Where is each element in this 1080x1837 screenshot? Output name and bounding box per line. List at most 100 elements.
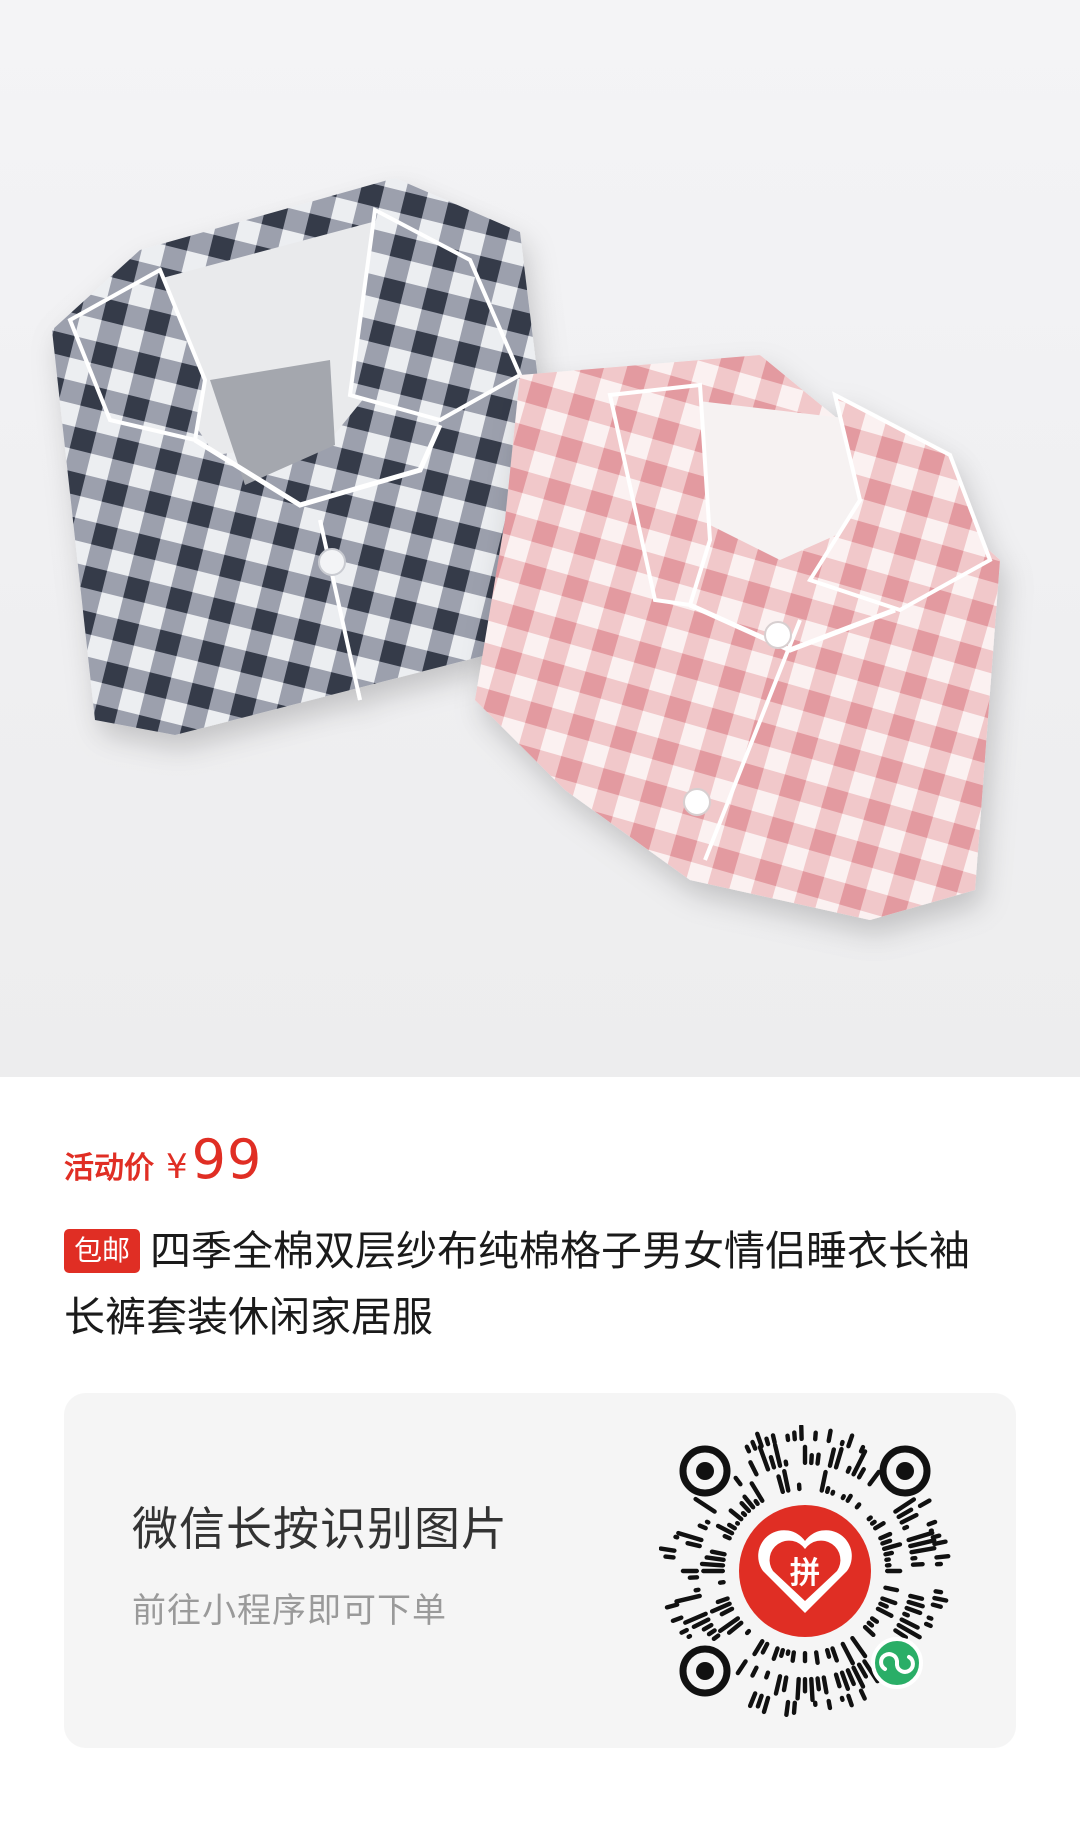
qr-bar	[795, 1676, 801, 1701]
qr-bar	[821, 1675, 829, 1695]
qr-bar	[809, 1676, 815, 1703]
qr-bar	[883, 1550, 895, 1557]
qr-bar	[802, 1444, 808, 1465]
qr-bar	[813, 1700, 818, 1707]
product-title-block[interactable]: 包邮 四季全棉双层纱布纯棉格子男女情侣睡衣长袖长裤套装休闲家居服	[64, 1218, 1004, 1350]
qr-bar	[846, 1433, 855, 1449]
product-title: 四季全棉双层纱布纯棉格子男女情侣睡衣长袖长裤套装休闲家居服	[64, 1227, 971, 1341]
qr-bar	[679, 1627, 689, 1635]
card-subtitle: 前往小程序即可下单	[132, 1591, 447, 1631]
qr-bar	[686, 1633, 693, 1640]
qr-bar	[840, 1641, 855, 1666]
qr-bar	[830, 1646, 839, 1663]
qr-bar	[764, 1670, 771, 1680]
qr-bar	[917, 1498, 932, 1509]
qr-bar	[845, 1465, 852, 1474]
qr-bar	[792, 1430, 797, 1442]
qr-bar	[826, 1428, 833, 1444]
qr-bar	[815, 1452, 821, 1466]
qr-bar	[744, 1628, 752, 1636]
pinduoduo-logo-icon: 拼	[739, 1505, 871, 1637]
qr-bar	[735, 1659, 748, 1676]
miniprogram-qr-code[interactable]: 拼	[659, 1425, 951, 1717]
qr-bar	[773, 1674, 783, 1696]
qr-bar	[693, 1496, 717, 1514]
qr-bar	[910, 1555, 918, 1561]
qr-bar	[699, 1561, 726, 1568]
qr-bar	[799, 1425, 804, 1442]
qr-bar	[932, 1595, 949, 1603]
qr-bar	[813, 1650, 820, 1665]
qr-bar	[709, 1549, 727, 1557]
qr-bar	[908, 1593, 925, 1601]
qr-bar	[926, 1615, 934, 1621]
currency-symbol: ¥	[166, 1147, 188, 1187]
qr-bar	[771, 1646, 780, 1661]
qr-bar	[858, 1688, 867, 1701]
qr-bar	[846, 1693, 854, 1708]
qr-bar	[884, 1557, 891, 1563]
qr-bar	[701, 1568, 725, 1574]
qr-bar	[809, 1453, 814, 1466]
qr-bar	[783, 1459, 789, 1467]
qr-bar	[830, 1489, 836, 1496]
qr-bar	[785, 1649, 791, 1656]
qr-bar	[750, 1665, 759, 1678]
miniprogram-card[interactable]: 微信长按识别图片 前往小程序即可下单 拼	[64, 1393, 1016, 1748]
qr-bar	[764, 1436, 771, 1447]
price-label: 活动价	[64, 1151, 154, 1186]
qr-bar	[680, 1568, 699, 1574]
qr-bar	[902, 1611, 910, 1618]
qr-bar	[802, 1651, 808, 1664]
qr-bar	[779, 1647, 786, 1658]
qr-bar	[676, 1530, 704, 1543]
qr-bar	[704, 1519, 711, 1525]
qr-bar	[717, 1579, 726, 1585]
qr-bar	[845, 1493, 853, 1503]
qr-finder-top-left-icon	[679, 1445, 731, 1497]
qr-bar	[826, 1698, 833, 1711]
qr-bar	[757, 1444, 771, 1472]
product-photo[interactable]	[0, 0, 1080, 1077]
miniprogram-link-icon	[871, 1637, 923, 1689]
qr-bar	[862, 1624, 876, 1638]
qr-bar	[770, 1433, 777, 1445]
qr-bar	[659, 1546, 677, 1553]
free-shipping-badge: 包邮	[64, 1229, 141, 1273]
qr-bar	[791, 1700, 797, 1715]
qr-bar	[910, 1561, 925, 1567]
qr-bar	[840, 1494, 846, 1501]
qr-bar	[884, 1563, 892, 1568]
qr-bar	[796, 1482, 802, 1492]
qr-bar	[674, 1593, 702, 1604]
qr-bar	[885, 1568, 903, 1574]
qr-finder-top-right-icon	[879, 1445, 931, 1497]
qr-bar	[934, 1553, 951, 1560]
price-value: 99	[191, 1128, 263, 1191]
qr-bar	[790, 1650, 797, 1663]
qr-bar	[784, 1699, 791, 1717]
card-title: 微信长按识别图片	[132, 1502, 508, 1556]
qr-bar	[813, 1430, 818, 1442]
qr-bar	[802, 1677, 808, 1694]
qr-bar	[854, 1502, 862, 1510]
qr-bar	[839, 1695, 845, 1702]
qr-bar	[930, 1602, 943, 1609]
qr-bar	[815, 1676, 822, 1692]
qr-bar	[850, 1635, 868, 1659]
qr-bar	[824, 1485, 831, 1495]
qr-bar	[781, 1675, 789, 1693]
qr-bar	[744, 1444, 752, 1454]
price-row: 活动价 ¥ 99	[64, 1128, 262, 1198]
qr-bar	[923, 1621, 933, 1629]
qr-bar	[733, 1475, 743, 1487]
qr-bar	[735, 1520, 741, 1526]
svg-text:拼: 拼	[790, 1556, 820, 1591]
qr-bar	[687, 1575, 700, 1580]
qr-bar	[839, 1439, 845, 1447]
qr-bar	[663, 1554, 676, 1560]
qr-bar	[926, 1519, 938, 1527]
qr-bar	[785, 1433, 791, 1443]
qr-finder-bottom-left-icon	[679, 1645, 731, 1697]
qr-bar	[883, 1585, 900, 1593]
